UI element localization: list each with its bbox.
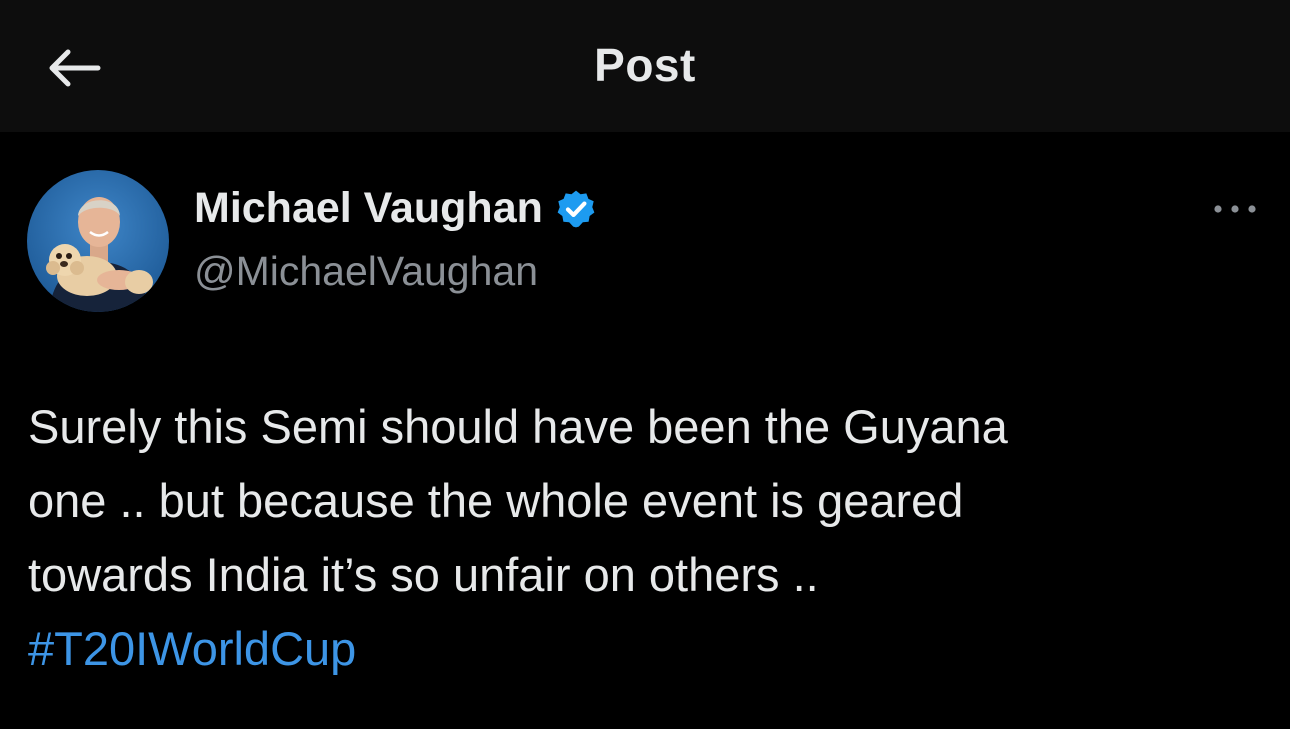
avatar[interactable] bbox=[27, 170, 169, 312]
page-title: Post bbox=[594, 39, 696, 91]
post-text-line: one .. but because the whole event is ge… bbox=[28, 474, 964, 527]
profile-photo bbox=[27, 170, 169, 312]
author-name[interactable]: Michael Vaughan bbox=[194, 184, 543, 233]
more-horizontal-icon bbox=[1214, 205, 1256, 213]
post-text-line: Surely this Semi should have been the Gu… bbox=[28, 400, 1008, 453]
author-handle[interactable]: @MichaelVaughan bbox=[194, 248, 538, 295]
post-text: Surely this Semi should have been the Gu… bbox=[28, 390, 1248, 686]
post: Michael Vaughan @MichaelVaughan Surely t… bbox=[0, 132, 1290, 729]
more-options-button[interactable] bbox=[1210, 194, 1260, 224]
verified-badge-icon[interactable] bbox=[555, 188, 597, 230]
post-text-line: towards India it’s so unfair on others .… bbox=[28, 548, 819, 601]
hashtag-link[interactable]: #T20IWorldCup bbox=[28, 612, 1248, 686]
author-name-row: Michael Vaughan bbox=[194, 184, 597, 233]
top-bar: Post bbox=[0, 0, 1290, 132]
